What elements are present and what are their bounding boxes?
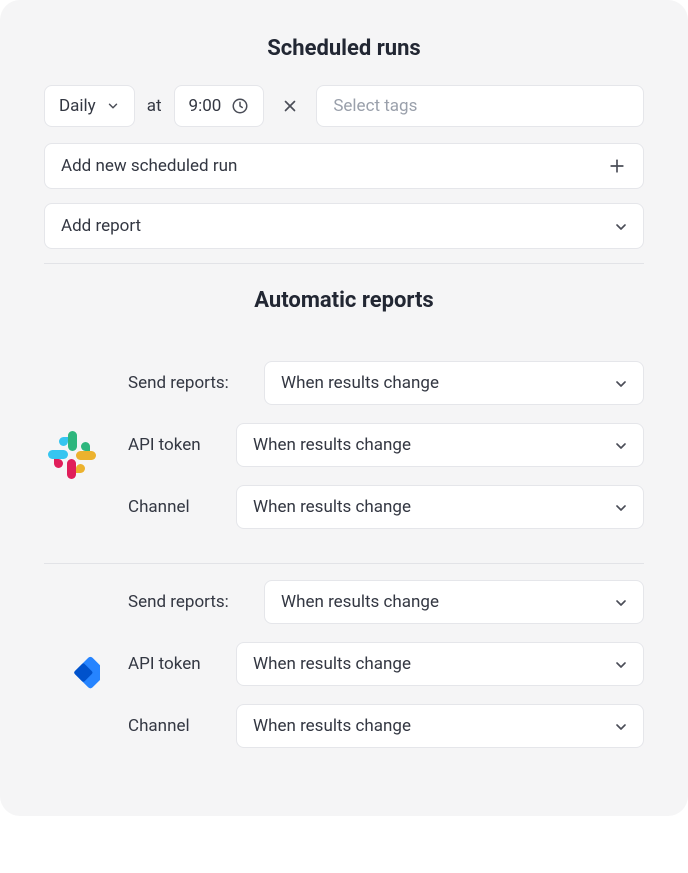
api-token-select[interactable]: When results change [236,642,644,686]
automatic-reports-title: Automatic reports [44,288,644,313]
time-value: 9:00 [189,96,222,116]
frequency-select[interactable]: Daily [44,85,135,127]
time-select[interactable]: 9:00 [174,85,265,127]
chevron-down-icon [613,376,627,390]
channel-value: When results change [253,497,411,517]
settings-card: Scheduled runs Daily at 9:00 Select tags… [0,0,688,816]
divider [44,263,644,264]
channel-value: When results change [253,716,411,736]
send-reports-value: When results change [281,592,439,612]
schedule-row: Daily at 9:00 Select tags [44,85,644,127]
chevron-down-icon [613,719,627,733]
chevron-down-icon [613,657,627,671]
chevron-down-icon [613,500,627,514]
channel-select[interactable]: When results change [236,485,644,529]
jira-icon [44,646,100,702]
tags-placeholder: Select tags [333,96,417,116]
slack-icon [44,427,100,483]
field-row: Send reports: When results change [128,580,644,624]
send-reports-select[interactable]: When results change [264,361,644,405]
send-reports-label: Send reports: [128,592,248,612]
integration-jira-fields: Send reports: When results change API to… [128,580,644,748]
plus-icon [607,156,627,176]
add-report-label: Add report [61,216,141,236]
field-row: Send reports: When results change [128,361,644,405]
api-token-select[interactable]: When results change [236,423,644,467]
add-report-button[interactable]: Add report [44,203,644,249]
send-reports-label: Send reports: [128,373,248,393]
integration-slack-fields: Send reports: When results change API to… [128,361,644,529]
field-row: API token When results change [128,423,644,467]
frequency-value: Daily [59,96,96,116]
api-token-label: API token [128,654,220,674]
field-row: Channel When results change [128,485,644,529]
channel-label: Channel [128,497,220,517]
api-token-value: When results change [253,435,411,455]
chevron-down-icon [106,99,120,113]
api-token-label: API token [128,435,220,455]
send-reports-select[interactable]: When results change [264,580,644,624]
chevron-down-icon [613,595,627,609]
channel-label: Channel [128,716,220,736]
field-row: API token When results change [128,642,644,686]
chevron-down-icon [613,438,627,452]
send-reports-value: When results change [281,373,439,393]
clear-schedule-button[interactable] [280,96,300,116]
api-token-value: When results change [253,654,411,674]
channel-select[interactable]: When results change [236,704,644,748]
field-row: Channel When results change [128,704,644,748]
add-scheduled-run-button[interactable]: Add new scheduled run [44,143,644,189]
add-scheduled-run-label: Add new scheduled run [61,156,237,176]
at-label: at [147,96,162,116]
chevron-down-icon [613,219,627,233]
integration-slack: Send reports: When results change API to… [44,345,644,553]
integration-jira: Send reports: When results change API to… [44,564,644,772]
scheduled-runs-title: Scheduled runs [44,36,644,61]
clock-icon [231,97,249,115]
tags-input[interactable]: Select tags [316,85,644,127]
